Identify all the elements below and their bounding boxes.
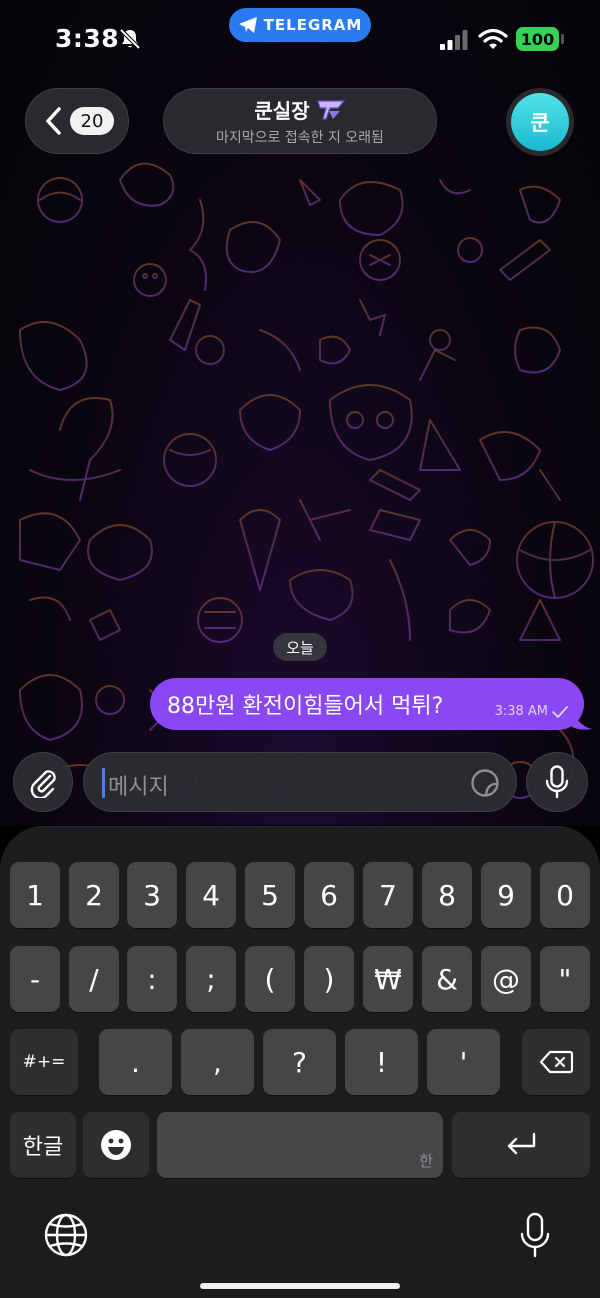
key-4[interactable]: 4 xyxy=(186,862,236,928)
key-6[interactable]: 6 xyxy=(304,862,354,928)
wifi-icon xyxy=(478,28,508,49)
key-at[interactable]: @ xyxy=(481,946,531,1012)
text-caret xyxy=(102,768,105,798)
voice-record-button[interactable] xyxy=(526,752,588,812)
battery-cap xyxy=(561,34,564,44)
key-2[interactable]: 2 xyxy=(69,862,119,928)
key-comma[interactable]: , xyxy=(181,1029,254,1095)
paperclip-icon xyxy=(30,770,56,798)
message-meta: 3:38 AM xyxy=(495,704,568,719)
emoji-icon xyxy=(101,1130,131,1160)
back-button[interactable]: 20 xyxy=(25,88,129,154)
message-text: 88만원 환전이힘들어서 먹튀? xyxy=(167,694,444,719)
key-hyphen[interactable]: - xyxy=(10,946,60,1012)
key-colon[interactable]: : xyxy=(127,946,177,1012)
telegram-plane-icon xyxy=(238,17,257,33)
return-key[interactable] xyxy=(452,1112,590,1178)
sticker-icon[interactable] xyxy=(470,768,500,798)
bubble-tail xyxy=(572,707,592,730)
date-separator: 오늘 xyxy=(273,633,327,661)
space-key-hint: 한 xyxy=(419,1152,433,1170)
cellular-signal-icon xyxy=(440,30,468,50)
last-seen-status: 마지막으로 접속한 지 오래됨 xyxy=(216,130,384,146)
message-time: 3:38 AM xyxy=(494,704,548,719)
key-close-paren[interactable]: ) xyxy=(304,946,354,1012)
key-exclamation[interactable]: ! xyxy=(345,1029,418,1095)
key-won[interactable]: ₩ xyxy=(363,946,413,1012)
key-5[interactable]: 5 xyxy=(245,862,295,928)
microphone-icon xyxy=(545,765,569,799)
key-7[interactable]: 7 xyxy=(363,862,413,928)
space-key[interactable]: 한 xyxy=(157,1112,443,1178)
globe-icon[interactable] xyxy=(43,1212,89,1258)
check-icon xyxy=(552,705,568,718)
key-symbols-toggle[interactable]: #+= xyxy=(10,1029,78,1095)
dictation-mic-icon[interactable] xyxy=(519,1212,551,1258)
key-ampersand[interactable]: & xyxy=(422,946,472,1012)
status-time: 3:38 xyxy=(55,24,120,53)
avatar: 쿤 xyxy=(511,93,569,151)
pill-label: TELEGRAM xyxy=(263,16,363,34)
key-9[interactable]: 9 xyxy=(481,862,531,928)
outgoing-message-bubble[interactable]: 88만원 환전이힘들어서 먹튀? 3:38 AM xyxy=(150,678,584,730)
emoji-key[interactable] xyxy=(83,1112,149,1178)
attach-button[interactable] xyxy=(13,752,73,812)
key-semicolon[interactable]: ; xyxy=(186,946,236,1012)
key-period[interactable]: . xyxy=(99,1029,172,1095)
battery-indicator: 100 xyxy=(516,27,559,51)
message-input[interactable]: 메시지 xyxy=(83,752,517,812)
chat-title-area[interactable]: 쿤실장 마지막으로 접속한 지 오래됨 xyxy=(163,88,437,154)
key-quote[interactable]: " xyxy=(540,946,590,1012)
backspace-icon xyxy=(539,1050,573,1074)
key-slash[interactable]: / xyxy=(69,946,119,1012)
key-8[interactable]: 8 xyxy=(422,862,472,928)
message-placeholder: 메시지 xyxy=(108,775,169,800)
key-1[interactable]: 1 xyxy=(10,862,60,928)
key-question[interactable]: ? xyxy=(263,1029,336,1095)
key-3[interactable]: 3 xyxy=(127,862,177,928)
chevron-left-icon xyxy=(46,107,61,135)
key-open-paren[interactable]: ( xyxy=(245,946,295,1012)
key-0[interactable]: 0 xyxy=(540,862,590,928)
key-language-toggle[interactable]: 한글 xyxy=(10,1112,76,1178)
delete-key[interactable] xyxy=(522,1029,590,1095)
key-apostrophe[interactable]: ' xyxy=(427,1029,500,1095)
return-icon xyxy=(507,1132,536,1155)
chat-name: 쿤실장 xyxy=(254,99,310,123)
avatar-button[interactable]: 쿤 xyxy=(506,88,574,156)
unread-count-badge: 20 xyxy=(70,107,114,135)
bell-muted-icon xyxy=(119,28,141,50)
telegram-app-pill[interactable]: TELEGRAM xyxy=(229,8,371,42)
home-indicator xyxy=(200,1283,400,1289)
emoji-status-icon xyxy=(316,99,345,120)
